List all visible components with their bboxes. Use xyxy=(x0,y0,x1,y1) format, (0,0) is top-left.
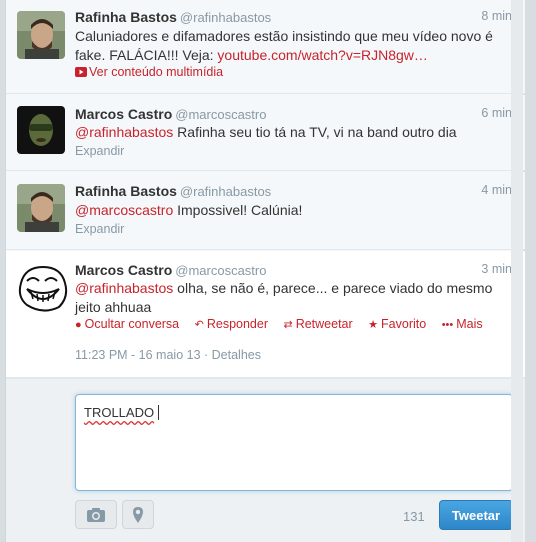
tweet-timestamp-row: 11:23 PM - 16 maio 13 · Detalhes xyxy=(75,348,261,362)
details-link[interactable]: Detalhes xyxy=(212,348,261,362)
retweet-icon: ⇄ xyxy=(283,319,293,331)
location-pin-icon xyxy=(133,506,143,523)
author-handle[interactable]: @marcoscastro xyxy=(175,107,266,122)
add-location-button[interactable] xyxy=(122,500,154,529)
tweet-text: @marcoscastro Impossivel! Calúnia! xyxy=(75,201,515,220)
star-icon: ★ xyxy=(368,319,379,331)
tweet-button[interactable]: Tweetar xyxy=(439,500,513,530)
tweet-2[interactable]: Marcos Castro @marcoscastro 6 min @rafinh… xyxy=(6,95,525,171)
retweet-label: Retweetar xyxy=(295,317,353,331)
media-label: Ver conteúdo multimídia xyxy=(89,65,224,79)
avatar-trollface[interactable] xyxy=(15,261,69,315)
author-name[interactable]: Rafinha Bastos xyxy=(75,9,177,25)
favorite-button[interactable]: ★ Favorito xyxy=(368,317,426,331)
author-handle[interactable]: @rafinhabastos xyxy=(180,10,271,25)
avatar-rafinha[interactable] xyxy=(17,11,65,59)
play-icon xyxy=(75,67,87,77)
mention-link[interactable]: @marcoscastro xyxy=(75,202,173,218)
mention-link[interactable]: @rafinhabastos xyxy=(75,280,173,296)
view-media-link[interactable]: Ver conteúdo multimídia xyxy=(75,65,223,79)
expand-link[interactable]: Expandir xyxy=(75,144,124,158)
tweet-text: @rafinhabastos olha, se não é, parece...… xyxy=(75,279,515,316)
tweet-body-line2: jeito ahhuaa xyxy=(75,298,152,315)
author-name[interactable]: Rafinha Bastos xyxy=(75,183,177,199)
tweet-body-line1: olha, se não é, parece... e parece viado… xyxy=(177,280,493,296)
mention-link[interactable]: @rafinhabastos xyxy=(75,124,173,140)
more-label: Mais xyxy=(456,317,483,331)
author-handle[interactable]: @marcoscastro xyxy=(175,263,266,278)
tweet-text: @rafinhabastos Rafinha seu tio tá na TV,… xyxy=(75,123,515,142)
tweet-3[interactable]: Rafinha Bastos @rafinhabastos 4 min @marc… xyxy=(6,172,525,250)
author-handle[interactable]: @rafinhabastos xyxy=(180,184,271,199)
text-cursor xyxy=(158,405,160,420)
avatar-marcos[interactable] xyxy=(17,106,65,154)
reply-arrow-icon: ↶ xyxy=(194,319,204,331)
character-counter: 131 xyxy=(403,509,425,524)
more-button[interactable]: ••• Mais xyxy=(442,317,483,331)
reply-label: Responder xyxy=(206,317,268,331)
more-dots-icon: ••• xyxy=(441,319,454,331)
speech-bubble-icon: ● xyxy=(75,319,82,331)
author-name[interactable]: Marcos Castro xyxy=(75,262,172,278)
camera-icon xyxy=(87,507,105,522)
retweet-button[interactable]: ⇄ Retweetar xyxy=(283,317,352,331)
favorite-label: Favorito xyxy=(381,317,427,331)
reply-compose-box: TROLLADO 131 Tweetar xyxy=(6,378,525,542)
timeline-panel: Rafinha Bastos @rafinhabastos 8 min Calun… xyxy=(5,0,525,542)
typed-text: TROLLADO xyxy=(84,405,155,420)
expand-link[interactable]: Expandir xyxy=(75,222,124,236)
tweet-time[interactable]: 8 min xyxy=(481,9,512,23)
author-name[interactable]: Marcos Castro xyxy=(75,106,172,122)
tweet-time[interactable]: 6 min xyxy=(481,106,512,120)
tweet-timestamp[interactable]: 11:23 PM - 16 maio 13 xyxy=(75,348,201,362)
scrollbar[interactable] xyxy=(511,0,523,542)
hide-conversation-label: Ocultar conversa xyxy=(84,317,180,331)
tweet-text: Caluniadores e difamadores estão insisti… xyxy=(75,27,515,64)
tweet-time[interactable]: 4 min xyxy=(481,183,512,197)
tweet-textarea[interactable]: TROLLADO xyxy=(75,394,513,491)
tweet-4-expanded[interactable]: Marcos Castro @marcoscastro 3 min @rafinh… xyxy=(6,251,525,378)
add-photo-button[interactable] xyxy=(75,500,117,529)
tweet-body: Impossivel! Calúnia! xyxy=(177,202,303,218)
hide-conversation-button[interactable]: ● Ocultar conversa xyxy=(75,317,179,331)
tweet-actions: ● Ocultar conversa ↶ Responder ⇄ Retweetar … xyxy=(75,317,495,331)
reply-button[interactable]: ↶ Responder xyxy=(195,317,268,331)
tweet-body: Rafinha seu tio tá na TV, vi na band out… xyxy=(177,124,457,140)
tweet-time[interactable]: 3 min xyxy=(481,262,512,276)
tweet-1[interactable]: Rafinha Bastos @rafinhabastos 8 min Calun… xyxy=(6,0,525,94)
avatar-rafinha[interactable] xyxy=(17,184,65,232)
tweet-link[interactable]: youtube.com/watch?v=RJN8gw… xyxy=(217,47,428,63)
